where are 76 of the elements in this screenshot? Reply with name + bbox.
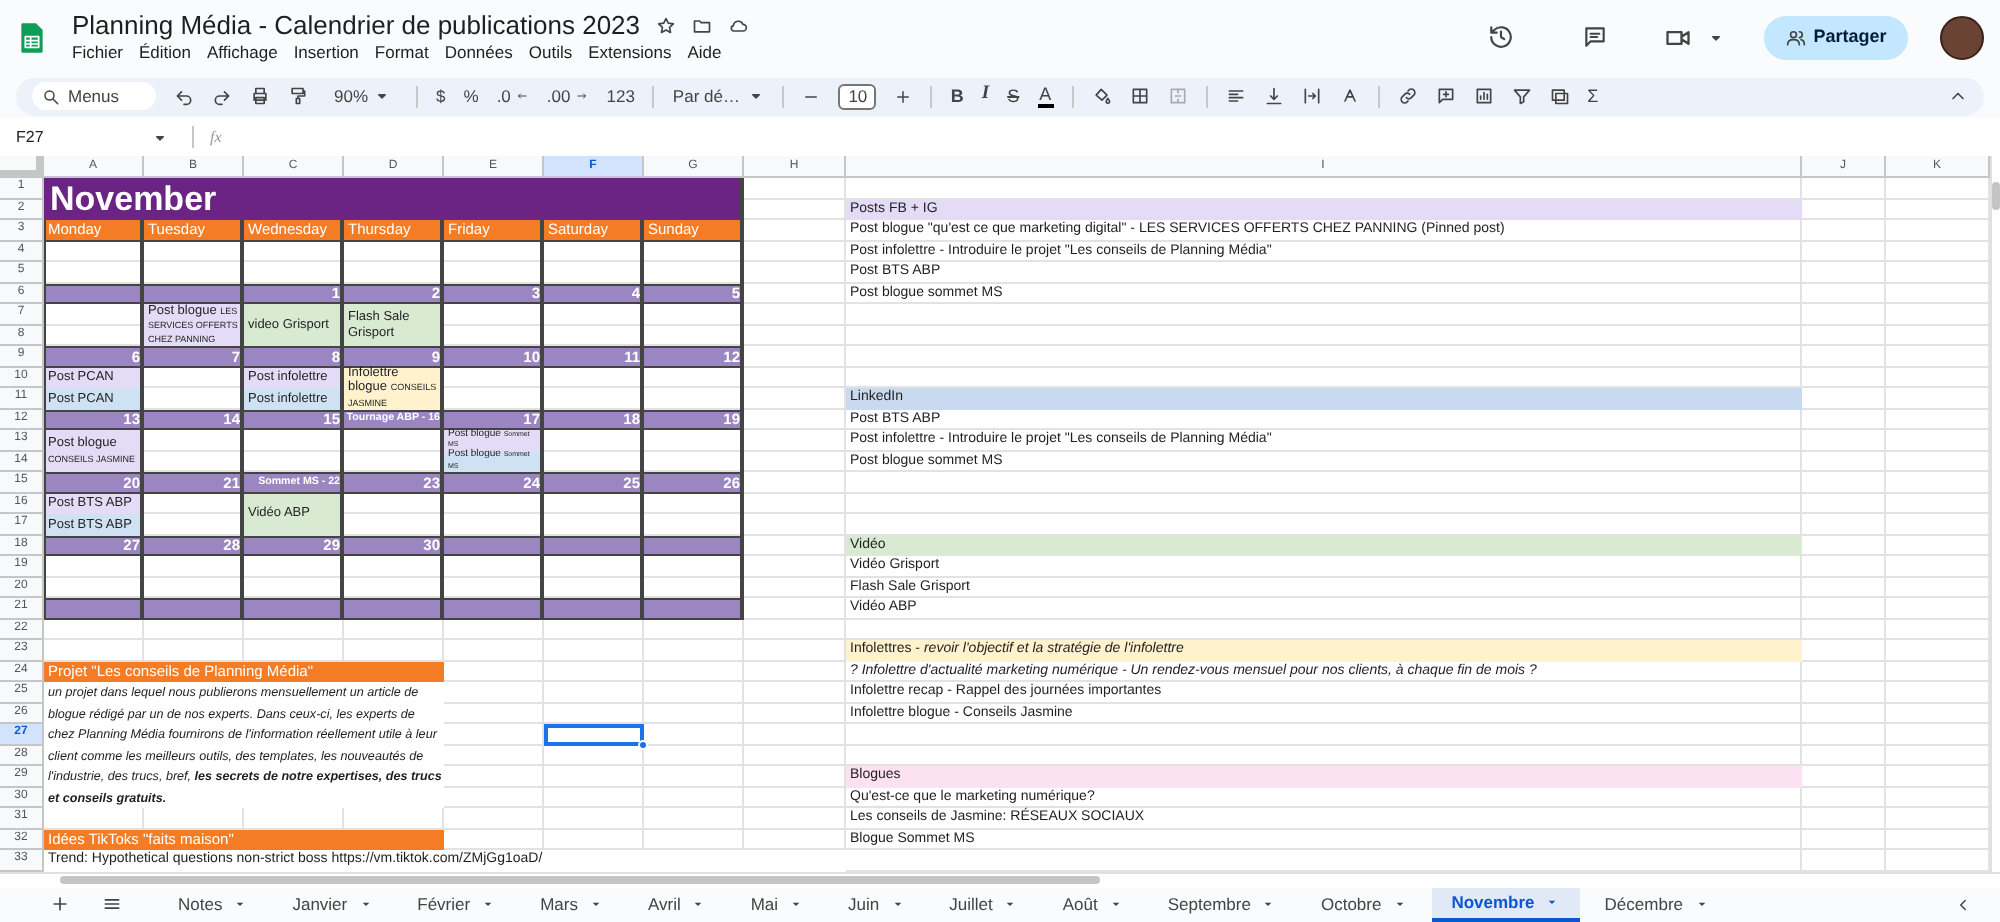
caret-icon[interactable] bbox=[374, 88, 391, 104]
sheet-tab[interactable]: Novembre bbox=[1431, 887, 1581, 922]
italic-button[interactable]: I bbox=[981, 86, 990, 106]
sheet-tab[interactable]: Octobre bbox=[1300, 887, 1428, 922]
menu-item[interactable]: Insertion bbox=[293, 44, 359, 62]
add-comment-icon[interactable] bbox=[1435, 86, 1456, 106]
menu-item[interactable]: Extensions bbox=[588, 44, 672, 62]
sheet-tab[interactable]: Janvier bbox=[272, 887, 394, 922]
menu-item[interactable]: Affichage bbox=[207, 44, 278, 62]
share-button[interactable]: Partager bbox=[1764, 15, 1908, 59]
bold-button[interactable]: B bbox=[950, 87, 964, 105]
people-icon[interactable] bbox=[1785, 27, 1806, 47]
decrease-decimals-button[interactable]: .0 bbox=[496, 87, 529, 105]
fill-handle[interactable] bbox=[638, 739, 648, 749]
menu-item[interactable]: Fichier bbox=[72, 44, 124, 62]
font-dropdown[interactable]: Par dé… bbox=[672, 87, 765, 105]
menu-item[interactable]: Données bbox=[444, 44, 513, 62]
filter-icon[interactable] bbox=[1511, 86, 1532, 106]
chart-icon[interactable] bbox=[1473, 86, 1494, 106]
sheet-tab[interactable]: Décembre bbox=[1584, 887, 1730, 922]
paint-format-icon[interactable] bbox=[288, 86, 308, 106]
print-icon[interactable] bbox=[250, 86, 270, 106]
menu-search-field[interactable]: Menus bbox=[32, 82, 156, 110]
menu-item[interactable]: Édition bbox=[139, 44, 192, 62]
number-format-button[interactable]: 123 bbox=[606, 87, 635, 105]
filter-views-icon[interactable] bbox=[1549, 86, 1570, 106]
text-wrap-icon[interactable] bbox=[1301, 86, 1322, 106]
sheet-tab[interactable]: Septembre bbox=[1147, 887, 1297, 922]
increase-decimals-button[interactable]: .00 bbox=[546, 87, 589, 105]
font-size-field[interactable]: 10 bbox=[838, 83, 877, 109]
percent-button[interactable]: % bbox=[463, 87, 479, 105]
selected-cell[interactable] bbox=[544, 724, 644, 745]
strikethrough-button[interactable]: S bbox=[1007, 87, 1020, 105]
zoom-dropdown[interactable]: 90% bbox=[326, 87, 399, 105]
undo-icon[interactable] bbox=[174, 86, 194, 106]
history-icon[interactable] bbox=[1488, 24, 1514, 50]
merge-cells-icon[interactable] bbox=[1167, 86, 1188, 106]
star-icon[interactable] bbox=[656, 15, 677, 36]
sheet-tab[interactable]: Avril bbox=[627, 887, 727, 922]
sheet-list-icon[interactable] bbox=[102, 894, 122, 915]
month-title: November bbox=[44, 178, 744, 220]
menu-item[interactable]: Aide bbox=[687, 44, 722, 62]
borders-icon[interactable] bbox=[1129, 86, 1150, 106]
menu-item[interactable]: Outils bbox=[528, 44, 573, 62]
redo-icon[interactable] bbox=[212, 86, 232, 106]
sheet-tab[interactable]: Juin bbox=[828, 887, 926, 922]
add-sheet-icon[interactable] bbox=[50, 894, 70, 915]
scrollbar-thumb[interactable] bbox=[1991, 182, 1999, 210]
comment-icon[interactable] bbox=[1582, 24, 1608, 50]
chevron-left-icon[interactable] bbox=[1954, 895, 1972, 914]
search-icon[interactable] bbox=[42, 87, 60, 105]
sheet-tab[interactable]: Février bbox=[397, 887, 517, 922]
sheet-tab[interactable]: Notes bbox=[158, 887, 269, 922]
vertical-align-icon[interactable] bbox=[1263, 86, 1284, 106]
avatar[interactable] bbox=[1940, 15, 1984, 59]
sheet-tab[interactable]: Mars bbox=[520, 887, 624, 922]
text-rotate-icon[interactable] bbox=[1339, 86, 1360, 106]
folder-icon[interactable] bbox=[692, 15, 713, 36]
align-left-icon[interactable] bbox=[1225, 86, 1246, 106]
fill-color-icon[interactable] bbox=[1091, 86, 1112, 106]
functions-button[interactable]: Σ bbox=[1587, 87, 1599, 105]
text-color-button[interactable]: A bbox=[1037, 85, 1054, 107]
cell-reference-field[interactable]: F27 bbox=[16, 125, 176, 149]
cloud-icon[interactable] bbox=[728, 15, 749, 36]
left-arrow-icon[interactable] bbox=[516, 90, 529, 102]
sheet-tab[interactable]: Mai bbox=[730, 887, 825, 922]
link-icon[interactable] bbox=[1397, 86, 1418, 106]
caret-icon[interactable] bbox=[748, 88, 765, 104]
right-arrow-icon[interactable] bbox=[576, 90, 589, 102]
menu-item[interactable]: Format bbox=[374, 44, 429, 62]
fx-label: fx bbox=[210, 125, 222, 149]
sheet-tab[interactable]: Août bbox=[1042, 887, 1144, 922]
plus-icon[interactable] bbox=[894, 87, 913, 105]
document-title[interactable]: Planning Média - Calendrier de publications 2023 bbox=[72, 12, 641, 39]
sheet-tab[interactable]: Juillet bbox=[929, 887, 1039, 922]
currency-button[interactable]: $ bbox=[436, 87, 446, 105]
